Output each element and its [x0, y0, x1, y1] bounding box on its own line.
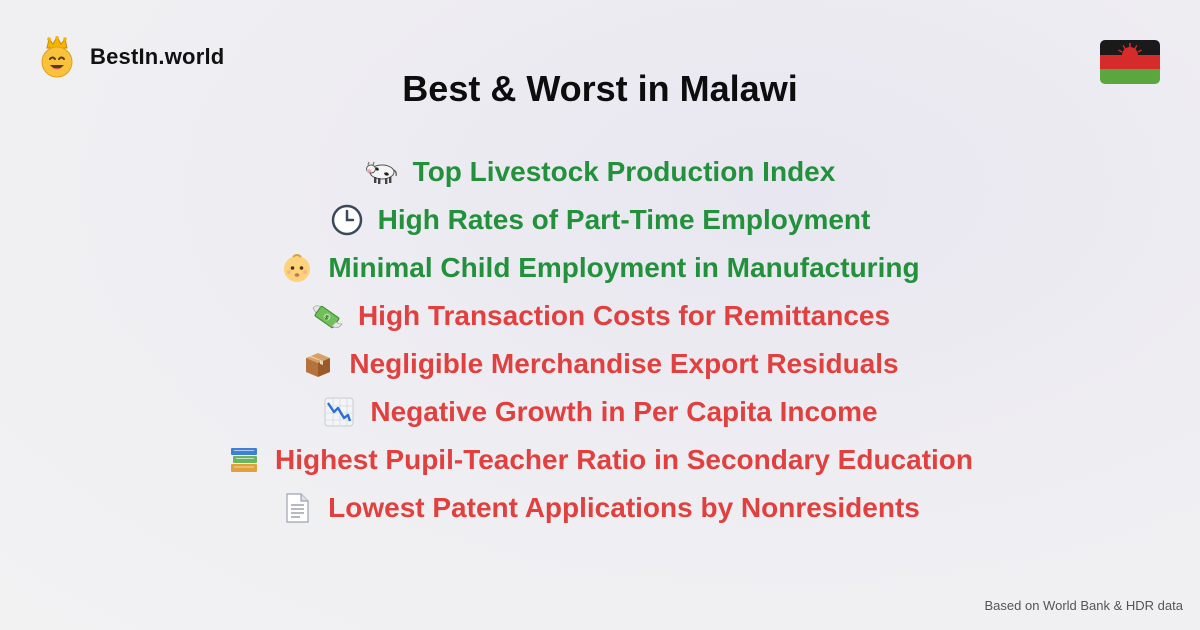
list-item: High Rates of Part-Time Employment [0, 196, 1200, 244]
clock-icon [330, 203, 364, 237]
chart-decreasing-icon [322, 395, 356, 429]
rising-sun-icon [1118, 43, 1142, 55]
brand-name: BestIn.world [90, 44, 225, 69]
list-item: Top Livestock Production Index [0, 148, 1200, 196]
baby-icon [280, 251, 314, 285]
list-item: Minimal Child Employment in Manufacturin… [0, 244, 1200, 292]
page-title: Best & Worst in Malawi [402, 68, 798, 109]
item-label: Minimal Child Employment in Manufacturin… [328, 252, 920, 283]
item-label: Negligible Merchandise Export Residuals [349, 348, 899, 379]
list-item: Negative Growth in Per Capita Income [0, 388, 1200, 436]
money-with-wings-icon: $ [310, 299, 344, 333]
page-icon [280, 491, 314, 525]
list-item: Lowest Patent Applications by Nonresiden… [0, 484, 1200, 532]
item-label: Negative Growth in Per Capita Income [370, 396, 878, 427]
item-label: High Rates of Part-Time Employment [377, 204, 871, 235]
data-source-note: Based on World Bank & HDR data [984, 598, 1183, 613]
package-icon [301, 347, 335, 381]
item-label: High Transaction Costs for Remittances [357, 300, 891, 331]
list-item: Negligible Merchandise Export Residuals [0, 340, 1200, 388]
item-label: Highest Pupil-Teacher Ratio in Secondary… [274, 444, 974, 475]
item-label: Lowest Patent Applications by Nonresiden… [328, 492, 920, 523]
list-item: Highest Pupil-Teacher Ratio in Secondary… [0, 436, 1200, 484]
list-item: $ High Transaction Costs for Remittances [0, 292, 1200, 340]
ranking-list: Top Livestock Production Index High Rate… [0, 148, 1200, 532]
item-label: Top Livestock Production Index [412, 156, 836, 187]
books-icon [227, 443, 261, 477]
cow-icon [365, 155, 399, 189]
flag-band-black [1100, 40, 1160, 55]
